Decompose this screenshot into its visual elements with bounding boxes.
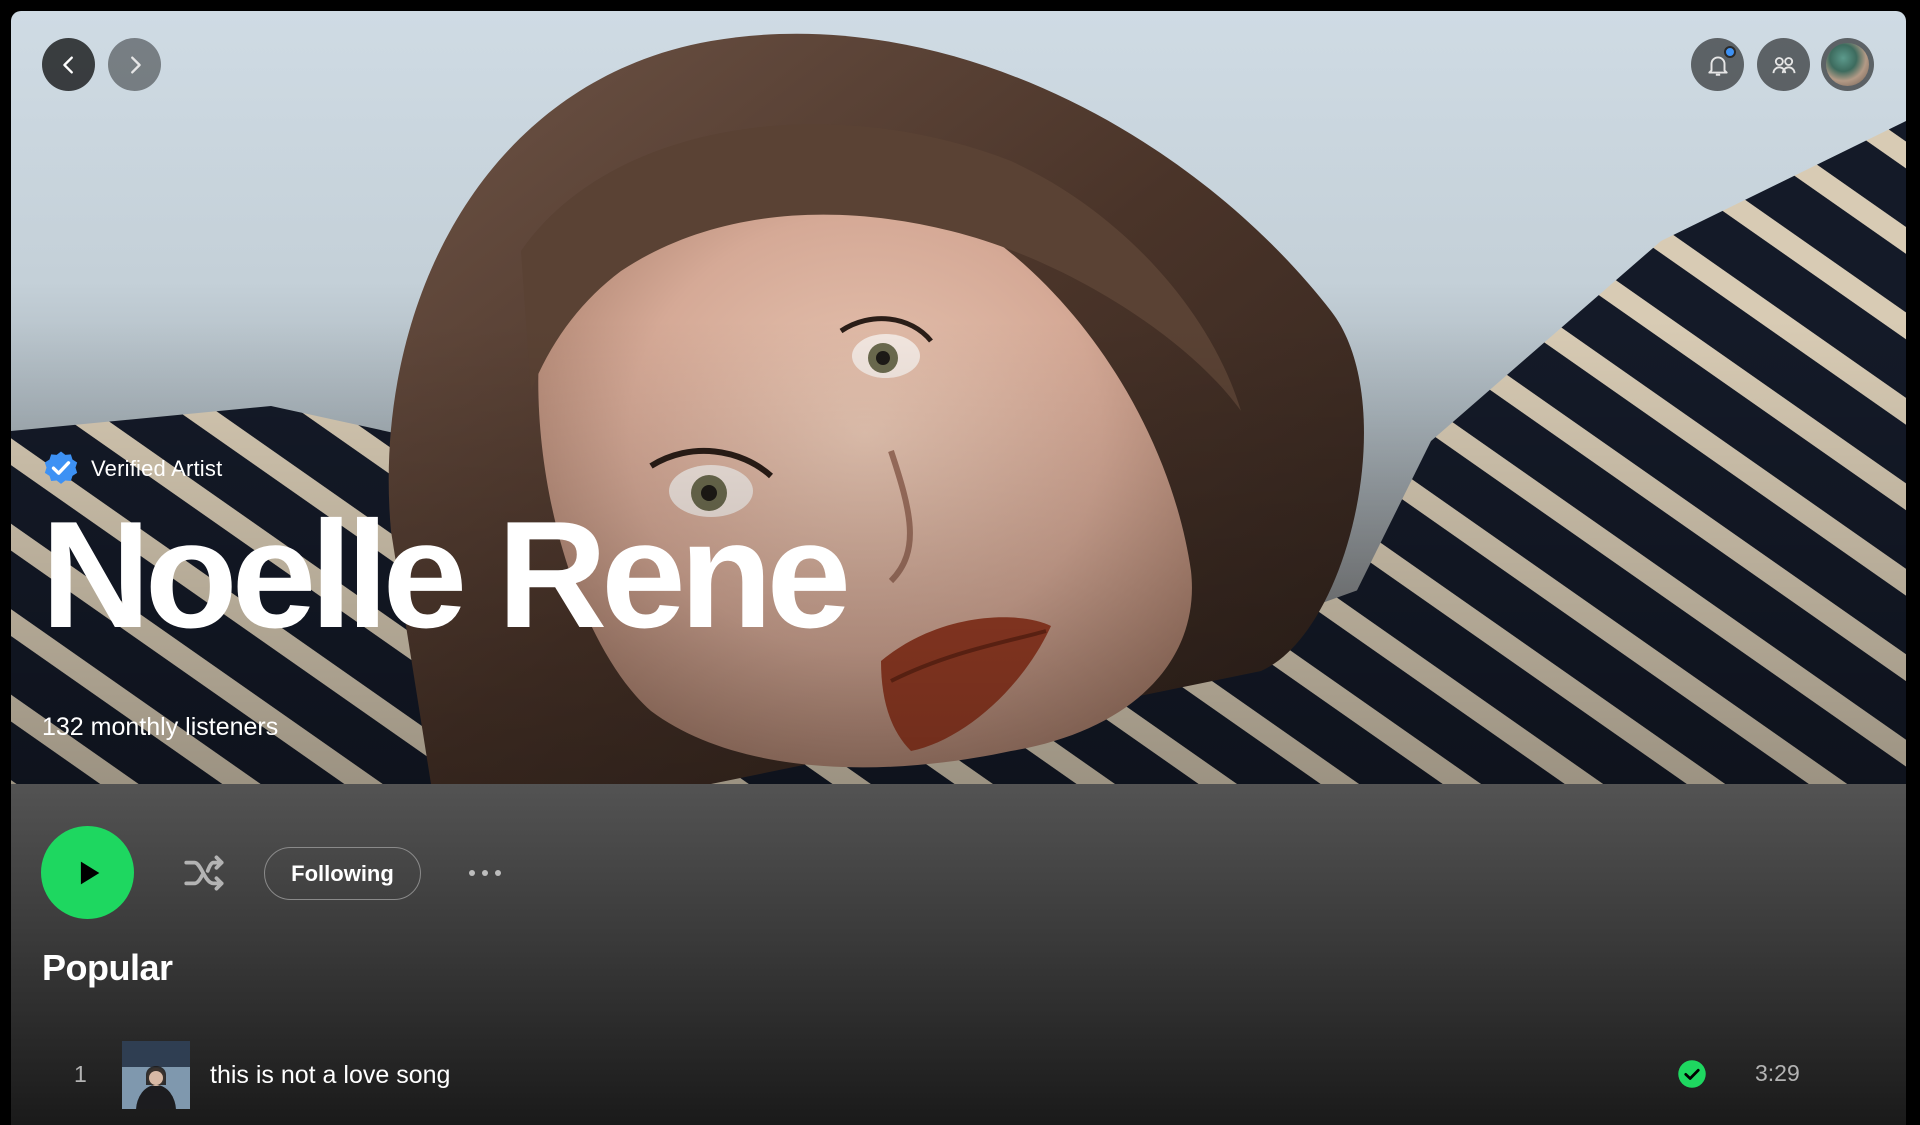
avatar — [1826, 43, 1869, 86]
friends-icon — [1772, 56, 1795, 73]
notifications-button[interactable] — [1691, 38, 1744, 91]
profile-avatar-button[interactable] — [1821, 38, 1874, 91]
play-button[interactable] — [41, 826, 134, 919]
popular-heading: Popular — [42, 947, 173, 988]
verified-label: Verified Artist — [91, 456, 223, 481]
verified-artist-badge: Verified Artist — [41, 449, 222, 489]
verified-badge-icon — [44, 451, 78, 484]
artist-header: Verified Artist Noelle Rene 132 monthly … — [11, 11, 1906, 784]
track-number: 1 — [74, 1061, 87, 1087]
artist-name: Noelle Rene — [41, 490, 851, 660]
hero-shade — [11, 11, 1906, 784]
app-window: Verified Artist Noelle Rene 132 monthly … — [11, 11, 1906, 1125]
more-options-button[interactable] — [459, 857, 511, 889]
track-cover-image — [122, 1041, 190, 1109]
back-button[interactable] — [42, 38, 95, 91]
track-duration: 3:29 — [1755, 1060, 1800, 1086]
chevron-right-icon — [130, 55, 141, 74]
following-button[interactable]: Following — [264, 847, 421, 900]
shuffle-button[interactable] — [178, 846, 232, 900]
shuffle-icon — [184, 855, 224, 891]
chevron-left-icon — [62, 55, 73, 74]
play-icon — [80, 861, 99, 884]
track-row[interactable]: 1 this is not a love song 3:29 — [11, 1039, 1906, 1113]
more-dot — [482, 870, 488, 876]
track-title[interactable]: this is not a love song — [210, 1061, 450, 1090]
monthly-listeners: 132 monthly listeners — [42, 713, 279, 741]
artist-content: Following Popular 1 this is not a love s… — [11, 784, 1906, 1125]
forward-button[interactable] — [108, 38, 161, 91]
check-circle-icon[interactable] — [1677, 1059, 1707, 1089]
notification-dot — [1724, 46, 1736, 58]
track-cover-art — [122, 1041, 190, 1109]
friend-activity-button[interactable] — [1757, 38, 1810, 91]
more-dot — [495, 870, 501, 876]
more-dot — [469, 870, 475, 876]
